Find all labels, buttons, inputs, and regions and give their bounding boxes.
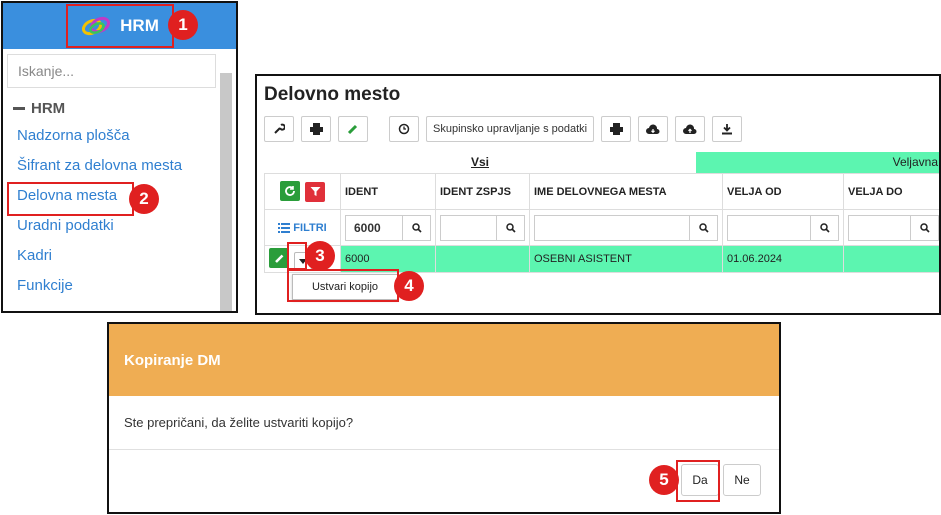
collapse-icon [13,107,25,110]
sidebar-item-delovna-mesta[interactable]: Delovna mesta [17,181,236,211]
filters-cell: FILTRI [264,209,341,246]
page-title: Delovno mesto [264,84,401,105]
filters-label: FILTRI [293,221,327,234]
yes-button[interactable]: Da [681,464,719,496]
filters-toggle[interactable]: FILTRI [269,222,336,234]
filter-cell-valid-to [843,209,939,246]
app-name: HRM [120,16,159,35]
dialog-message: Ste prepričani, da želite ustvariti kopi… [109,396,779,450]
list-icon [278,222,291,233]
callout-badge-1: 1 [168,10,198,40]
app-header: HRM [3,3,236,49]
cell-valid-from: 01.06.2024 [722,245,844,273]
callout-badge-2: 2 [129,184,159,214]
print-icon [309,123,323,135]
filter-input-ident-zspjs[interactable] [440,214,525,241]
table-header-row: IDENT IDENT ZSPJS IME DELOVNEGA MESTA VE… [264,173,939,210]
column-header-ident-zspjs[interactable]: IDENT ZSPJS [435,173,530,210]
history-icon [398,123,410,135]
cell-ident: 6000 [340,245,436,273]
history-button[interactable] [389,116,419,142]
sidebar-item-uradni-podatki[interactable]: Uradni podatki [17,211,236,241]
refresh-button[interactable] [279,181,300,202]
cell-name: OSEBNI ASISTENT [529,245,723,273]
download-button[interactable] [712,116,743,142]
sidebar-section-hrm[interactable]: HRM [13,100,236,117]
edit-button[interactable] [338,116,368,142]
no-button[interactable]: Ne [723,464,761,496]
funnel-icon [310,187,321,197]
filter-cell-ident: 6000 [340,209,436,246]
header-actions-cell [264,173,341,210]
row-edit-button[interactable] [269,248,289,268]
filter-input-ident[interactable]: 6000 [345,214,431,241]
search-input[interactable]: Iskanje... [7,54,216,88]
wrench-button[interactable] [264,116,294,142]
print-list-button[interactable] [601,116,632,142]
dialog-footer: Da Ne [681,464,761,496]
filter-input-valid-from[interactable] [727,214,839,241]
pencil-icon [347,124,358,135]
filter-input-valid-to[interactable] [848,214,939,241]
filter-cell-valid-from [722,209,844,246]
sidebar-scrollbar[interactable] [220,73,232,311]
cell-ident-zspjs [435,245,530,273]
sidebar-item-sifrant[interactable]: Šifrant za delovna mesta [17,151,236,181]
filter-button[interactable] [305,181,326,202]
cloud-upload-button[interactable] [675,116,706,142]
dropdown-item-create-copy[interactable]: Ustvari kopijo [292,274,398,300]
sidebar-item-funkcije[interactable]: Funkcije [17,271,236,301]
filter-cell-name [529,209,723,246]
filter-value-ident: 6000 [354,220,381,235]
column-header-ident[interactable]: IDENT [340,173,436,210]
dialog-title: Kopiranje DM [109,324,779,396]
search-icon [819,222,830,233]
sidebar-panel: HRM Iskanje... HRM Nadzorna plošča Šifra… [1,1,238,313]
group-manage-button[interactable]: Skupinsko upravljanje s podatki [426,116,595,142]
workplace-panel: Delovno mesto Skupinsko upravljanje s po… [255,74,941,315]
cloud-upload-icon [683,123,697,134]
refresh-icon [285,186,295,197]
sidebar-item-kadri[interactable]: Kadri [17,241,236,271]
app-logo[interactable]: HRM [80,15,159,37]
filter-input-name[interactable] [534,214,718,241]
filter-row: FILTRI 6000 [264,209,939,246]
wrench-icon [274,123,285,134]
print-icon [609,123,623,135]
callout-badge-3: 3 [305,241,335,271]
download-icon [722,124,733,135]
hrm-logo-icon [82,16,111,36]
tab-veljavna[interactable]: Veljavna [696,152,939,173]
sidebar-section-title: HRM [31,100,66,117]
search-button[interactable] [810,215,838,240]
sidebar-menu: Nadzorna plošča Šifrant za delovna mesta… [17,121,236,301]
callout-badge-5: 5 [649,465,679,495]
search-button[interactable] [402,215,430,240]
cloud-download-icon [646,123,660,134]
column-header-valid-from[interactable]: VELJA OD [722,173,844,210]
pencil-icon [274,254,283,263]
filter-cell-ident-zspjs [435,209,530,246]
tab-vsi[interactable]: Vsi [264,152,696,173]
column-header-name[interactable]: IME DELOVNEGA MESTA [529,173,723,210]
search-button[interactable] [910,215,938,240]
workplace-table: IDENT IDENT ZSPJS IME DELOVNEGA MESTA VE… [264,173,939,273]
search-button[interactable] [496,215,524,240]
print-button[interactable] [301,116,331,142]
cell-valid-to [843,245,939,273]
search-icon [919,222,930,233]
table-row[interactable]: 6000 OSEBNI ASISTENT 01.06.2024 [264,245,939,273]
search-icon [505,222,516,233]
callout-badge-4: 4 [394,271,424,301]
search-button[interactable] [689,215,717,240]
sidebar-item-nadzorna-plosca[interactable]: Nadzorna plošča [17,121,236,151]
copy-dialog: Kopiranje DM Ste prepričani, da želite u… [107,322,781,514]
toolbar: Skupinsko upravljanje s podatki [264,116,743,142]
search-icon [698,222,709,233]
tab-bar: Vsi Veljavna [264,152,939,173]
search-icon [411,222,422,233]
column-header-valid-to[interactable]: VELJA DO [843,173,939,210]
cloud-download-button[interactable] [638,116,669,142]
